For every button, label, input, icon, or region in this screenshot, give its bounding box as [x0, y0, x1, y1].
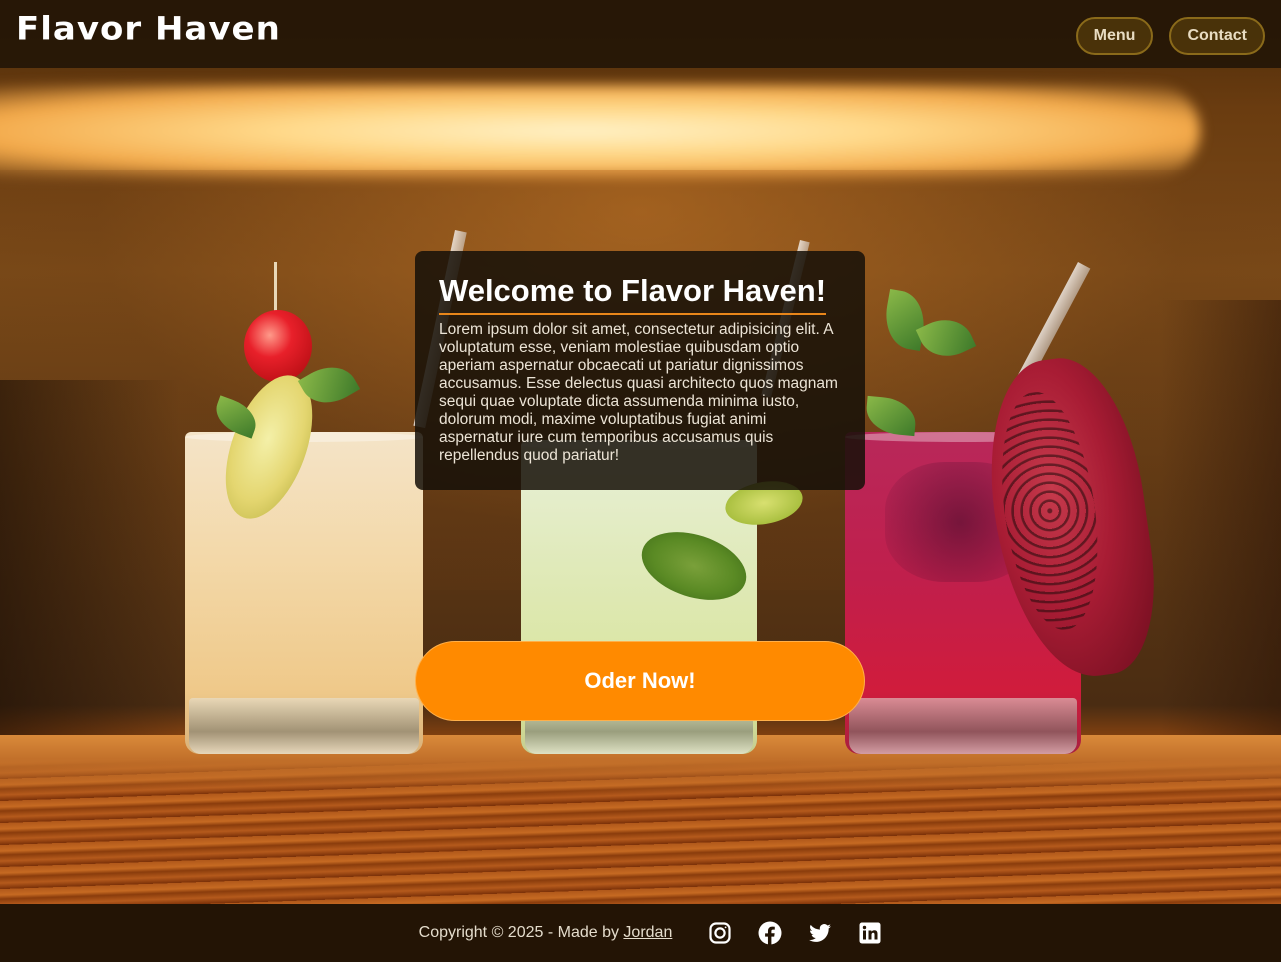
welcome-description: Lorem ipsum dolor sit amet, consectetur …: [439, 321, 838, 464]
facebook-icon[interactable]: [758, 921, 782, 945]
cocktail-glass-pina: [185, 432, 423, 754]
linkedin-icon[interactable]: [858, 921, 882, 945]
wall-shadow-left: [0, 380, 180, 740]
nav-contact-button[interactable]: Contact: [1169, 17, 1265, 55]
welcome-title: Welcome to Flavor Haven!: [439, 273, 827, 315]
copyright-prefix: Copyright © 2025 - Made by: [418, 924, 624, 941]
author-link[interactable]: Jordan: [623, 924, 672, 941]
order-now-button[interactable]: Oder Now!: [415, 641, 865, 721]
main-nav: Menu Contact: [1075, 17, 1265, 55]
cherry-garnish: [244, 310, 312, 382]
nav-menu-button[interactable]: Menu: [1075, 17, 1154, 55]
site-footer: Copyright © 2025 - Made by Jordan: [0, 904, 1281, 962]
site-logo[interactable]: Flavor Haven: [16, 10, 281, 48]
cherry-stem: [274, 262, 277, 316]
welcome-card: Welcome to Flavor Haven! Lorem ipsum dol…: [415, 251, 865, 490]
site-header: Flavor Haven Menu Contact: [0, 0, 1281, 68]
light-strip: [0, 85, 1200, 177]
instagram-icon[interactable]: [708, 921, 732, 945]
social-links: [708, 921, 882, 945]
wall-shadow-right: [1161, 300, 1281, 740]
twitter-icon[interactable]: [808, 921, 832, 945]
copyright-text: Copyright © 2025 - Made by Jordan: [419, 924, 673, 942]
